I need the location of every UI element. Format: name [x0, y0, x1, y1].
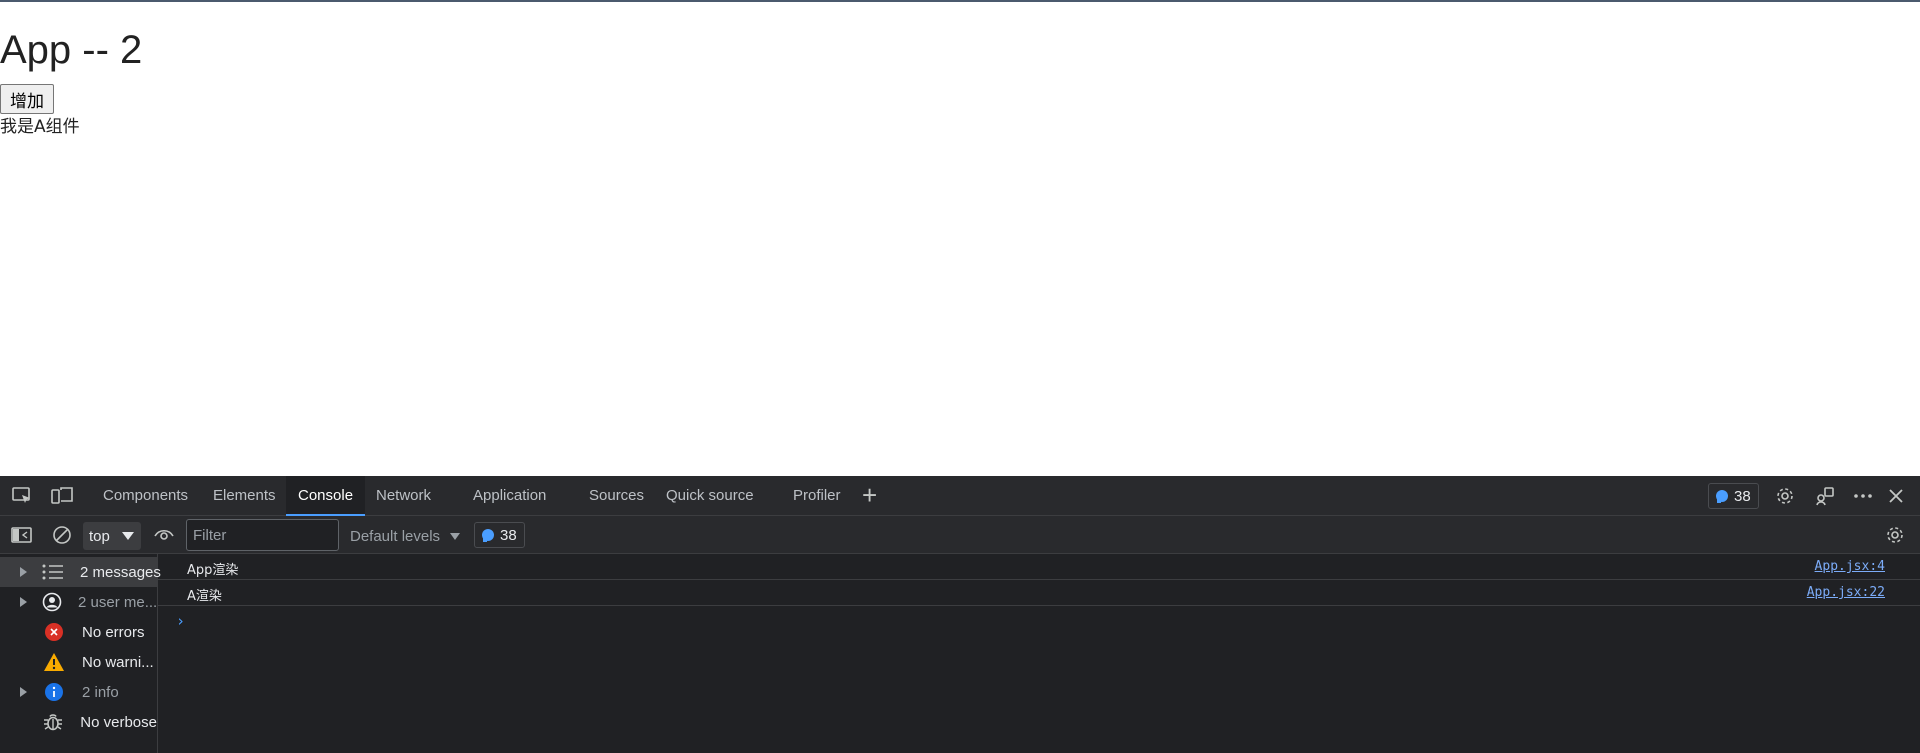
device-toolbar-icon[interactable] [51, 486, 73, 506]
filter-input[interactable] [186, 519, 339, 551]
sidebar-item-errors[interactable]: No errors [0, 617, 157, 647]
component-a-text: 我是A组件 [0, 117, 80, 137]
page-heading: App -- 2 [0, 28, 143, 72]
chevron-down-icon [450, 532, 461, 540]
sidebar-item-label: No errors [82, 623, 145, 641]
log-row: App渲染 App.jsx:4 [158, 554, 1920, 580]
customize-devtools-icon[interactable] [1814, 486, 1836, 506]
log-message: A渲染 [187, 589, 222, 604]
tab-quick-source[interactable]: Quick source [654, 476, 766, 516]
expand-triangle-icon[interactable] [20, 567, 27, 577]
error-icon [42, 620, 66, 644]
context-select[interactable]: top [83, 522, 141, 550]
devtools-panel: Components Elements Console Network Appl… [0, 476, 1920, 753]
sidebar-item-info[interactable]: 2 info [0, 677, 157, 707]
expand-triangle-icon[interactable] [20, 597, 27, 607]
console-log-area: App渲染 App.jsx:4 A渲染 App.jsx:22 › [158, 554, 1920, 753]
warning-icon [42, 650, 66, 674]
tab-sources[interactable]: Sources [577, 476, 656, 516]
issues-count: 38 [1734, 487, 1751, 505]
tab-network[interactable]: Network [364, 476, 443, 516]
add-button[interactable]: 增加 [0, 84, 54, 114]
message-bubble-icon [1716, 490, 1728, 503]
log-row: A渲染 App.jsx:22 [158, 580, 1920, 606]
issues-counter-button[interactable]: 38 [474, 522, 525, 548]
sidebar-item-label: No warni... [82, 653, 154, 671]
close-devtools-icon[interactable] [1885, 486, 1907, 506]
sidebar-item-verbose[interactable]: No verbose [0, 707, 157, 737]
tab-profiler[interactable]: Profiler [781, 476, 853, 516]
log-source-link[interactable]: App.jsx:4 [1815, 559, 1885, 574]
tab-application[interactable]: Application [461, 476, 558, 516]
sidebar-item-user-messages[interactable]: 2 user me... [0, 587, 157, 617]
chevron-down-icon [121, 532, 134, 540]
tab-elements[interactable]: Elements [201, 476, 288, 516]
log-message: App渲染 [187, 563, 239, 578]
sidebar-item-label: 2 info [82, 683, 119, 701]
message-bubble-icon [482, 529, 494, 542]
log-levels-select[interactable]: Default levels [350, 524, 461, 548]
inspect-element-icon[interactable] [11, 486, 33, 506]
sidebar-item-label: 2 messages [80, 563, 161, 581]
sidebar-item-label: 2 user me... [78, 593, 158, 611]
context-select-value: top [89, 527, 110, 545]
console-settings-gear-icon[interactable] [1884, 525, 1906, 545]
tab-components[interactable]: Components [91, 476, 200, 516]
more-tabs-plus-icon[interactable]: + [862, 476, 877, 516]
clear-console-icon[interactable] [51, 525, 73, 545]
console-sidebar: 2 messages 2 user me... No errors No war… [0, 554, 161, 753]
sidebar-toggle-icon[interactable] [11, 525, 33, 545]
log-levels-label: Default levels [350, 527, 441, 545]
more-options-icon[interactable] [1852, 486, 1874, 506]
sidebar-item-label: No verbose [80, 713, 157, 731]
tab-console[interactable]: Console [286, 476, 366, 516]
log-source-link[interactable]: App.jsx:22 [1807, 585, 1885, 600]
user-circle-icon [42, 590, 62, 614]
issues-counter-value: 38 [500, 526, 517, 544]
live-expression-eye-icon[interactable] [153, 525, 175, 545]
list-icon [42, 560, 64, 584]
console-prompt-chevron-icon[interactable]: › [176, 612, 185, 630]
info-icon [42, 680, 66, 704]
settings-gear-icon[interactable] [1774, 486, 1796, 506]
page-content: App -- 2 增加 我是A组件 [0, 2, 1920, 476]
sidebar-item-messages[interactable]: 2 messages [0, 557, 161, 587]
expand-triangle-icon[interactable] [20, 687, 27, 697]
sidebar-item-warnings[interactable]: No warni... [0, 647, 157, 677]
bug-icon [41, 710, 64, 734]
issues-badge[interactable]: 38 [1708, 483, 1759, 509]
devtools-tabbar: Components Elements Console Network Appl… [0, 476, 1920, 516]
